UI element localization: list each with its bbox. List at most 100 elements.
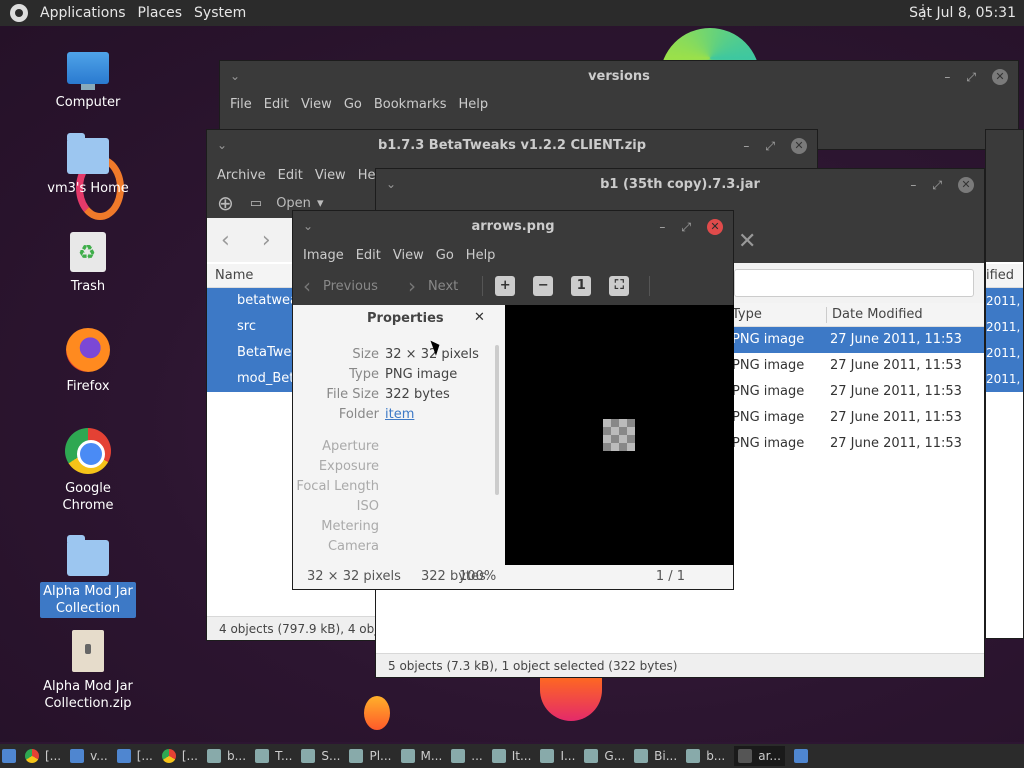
task-item[interactable]: S...: [301, 749, 340, 763]
zoom-in-icon[interactable]: +: [495, 276, 516, 296]
task-item[interactable]: v...: [70, 749, 108, 763]
forward-icon[interactable]: ›: [262, 228, 271, 253]
table-row[interactable]: 2011, 1: [986, 366, 1023, 412]
window-menu-icon[interactable]: ⌄: [386, 177, 396, 191]
places-menu[interactable]: Places: [138, 5, 183, 21]
window-menu-icon[interactable]: ⌄: [217, 138, 227, 152]
table-row[interactable]: 2011, 2: [986, 340, 1023, 386]
folder-link[interactable]: item: [385, 405, 414, 425]
task-item[interactable]: T...: [255, 749, 292, 763]
image-canvas[interactable]: [505, 305, 734, 565]
window-menu-icon[interactable]: ⌄: [303, 219, 313, 233]
task-item[interactable]: [...: [25, 749, 61, 763]
task-item[interactable]: [...: [161, 749, 198, 763]
menu-go[interactable]: Go: [436, 248, 454, 263]
maximize-icon[interactable]: ⤢: [932, 178, 942, 193]
desktop-icon-firefox[interactable]: Firefox: [40, 328, 136, 395]
task-item-active[interactable]: ar...: [734, 746, 785, 766]
task-item[interactable]: Bi...: [634, 749, 677, 763]
menu-edit[interactable]: Edit: [278, 168, 303, 183]
window-titlebar[interactable]: versions: [220, 61, 1018, 93]
table-row[interactable]: 2011, 1: [986, 314, 1023, 360]
location-input[interactable]: [734, 269, 974, 297]
window-image-viewer[interactable]: arrows.png ⌄ – ⤢ ✕ Image Edit View Go Help…: [292, 210, 734, 590]
task-item[interactable]: ...: [451, 749, 483, 763]
maximize-icon[interactable]: ⤢: [681, 220, 691, 235]
table-row[interactable]: betatwea: [207, 288, 298, 314]
menu-bar: File Edit View Go Bookmarks Help: [220, 93, 1018, 115]
previous-icon[interactable]: ‹: [303, 274, 311, 298]
menu-help[interactable]: Help: [458, 97, 488, 112]
applications-menu[interactable]: Applications: [40, 5, 126, 21]
zoom-fit-icon[interactable]: ⛶: [609, 276, 630, 296]
previous-button[interactable]: Previous: [323, 279, 378, 294]
task-item[interactable]: [...: [116, 749, 153, 763]
menu-image[interactable]: Image: [303, 248, 344, 263]
close-icon[interactable]: ✕: [958, 177, 974, 193]
close-icon[interactable]: ✕: [992, 69, 1008, 85]
minimize-icon[interactable]: –: [659, 220, 665, 234]
task-item[interactable]: b...: [686, 749, 725, 763]
menu-bookmarks[interactable]: Bookmarks: [374, 97, 447, 112]
desktop-icon-computer[interactable]: Computer: [40, 52, 136, 111]
menu-go[interactable]: Go: [344, 97, 362, 112]
desktop-icon-alpha-mod-jar-collection[interactable]: Alpha Mod Jar Collection: [40, 535, 136, 618]
menu-view[interactable]: View: [315, 168, 346, 183]
table-row[interactable]: 2011, 2: [986, 288, 1023, 334]
task-item[interactable]: Pl...: [349, 749, 392, 763]
menu-edit[interactable]: Edit: [264, 97, 289, 112]
maximize-icon[interactable]: ⤢: [765, 139, 775, 154]
desktop-icon-alpha-mod-jar-zip[interactable]: Alpha Mod Jar Collection.zip: [40, 630, 136, 712]
minimize-icon[interactable]: –: [944, 70, 950, 84]
back-icon[interactable]: ‹: [221, 228, 230, 253]
window-titlebar[interactable]: [986, 130, 1023, 162]
menu-archive[interactable]: Archive: [217, 168, 266, 183]
task-item[interactable]: It...: [491, 749, 531, 763]
zoom-normal-icon[interactable]: 1: [571, 276, 592, 296]
close-sidebar-icon[interactable]: ✕: [474, 310, 485, 325]
open-button[interactable]: ▭ Open ▾: [250, 196, 324, 211]
task-item[interactable]: G...: [584, 749, 625, 763]
menu-view[interactable]: View: [393, 248, 424, 263]
window-titlebar[interactable]: b1.7.3 BetaTweaks v1.2.2 CLIENT.zip: [207, 130, 817, 162]
maximize-icon[interactable]: ⤢: [966, 70, 976, 85]
window-background-right[interactable]: ified 2011, 2 2011, 1 2011, 2 2011, 1: [985, 129, 1024, 639]
table-row[interactable]: mod_Bet: [207, 366, 294, 392]
table-row[interactable]: BetaTwea: [207, 340, 299, 366]
task-item[interactable]: I...: [540, 749, 575, 763]
column-header-modified[interactable]: ified: [986, 264, 1023, 288]
menu-edit[interactable]: Edit: [356, 248, 381, 263]
column-header-date[interactable]: Date Modified: [832, 303, 923, 327]
stop-icon[interactable]: ✕: [738, 229, 756, 254]
show-desktop-button[interactable]: [2, 749, 16, 763]
new-archive-icon[interactable]: ⊕: [217, 191, 234, 215]
workspace-switcher[interactable]: [793, 749, 808, 763]
menu-help[interactable]: Help: [466, 248, 496, 263]
task-item[interactable]: M...: [400, 749, 442, 763]
firefox-icon: [66, 328, 110, 372]
table-row[interactable]: src: [207, 314, 293, 340]
next-button[interactable]: Next: [428, 279, 458, 294]
scrollbar[interactable]: [495, 345, 499, 495]
task-item[interactable]: b...: [207, 749, 246, 763]
minimize-icon[interactable]: –: [910, 178, 916, 192]
menu-file[interactable]: File: [230, 97, 252, 112]
close-icon[interactable]: ✕: [791, 138, 807, 154]
window-titlebar[interactable]: b1 (35th copy).7.3.jar: [376, 169, 984, 201]
desktop-icon-home[interactable]: vm3's Home: [40, 133, 136, 197]
desktop-icon-chrome[interactable]: Google Chrome: [40, 428, 136, 514]
window-menu-icon[interactable]: ⌄: [230, 69, 240, 83]
next-icon[interactable]: ›: [408, 274, 416, 298]
desktop-icon-trash[interactable]: Trash: [40, 232, 136, 295]
task-label: b...: [227, 749, 247, 763]
menu-view[interactable]: View: [301, 97, 332, 112]
minimize-icon[interactable]: –: [743, 139, 749, 153]
column-header-type[interactable]: Type: [732, 303, 762, 327]
wallpaper-shape: [540, 676, 602, 721]
clock[interactable]: Sat Jul 8, 05:31: [909, 5, 1016, 21]
system-menu[interactable]: System: [194, 5, 246, 21]
close-icon[interactable]: ✕: [707, 219, 723, 235]
menu-help[interactable]: He: [358, 168, 376, 183]
gnome-foot-icon[interactable]: [10, 4, 28, 22]
zoom-out-icon[interactable]: −: [533, 276, 554, 296]
